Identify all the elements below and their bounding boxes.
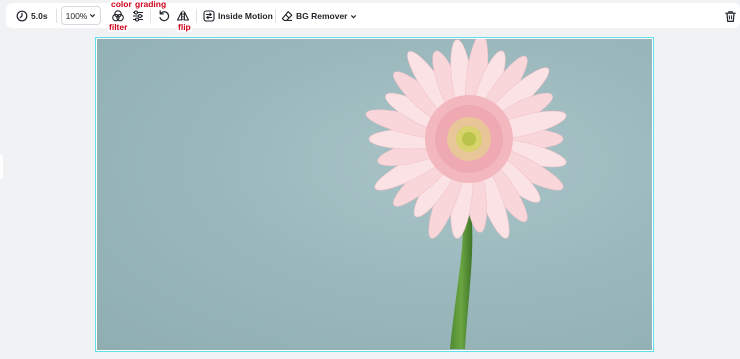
color-grading-button[interactable] [130, 8, 146, 24]
zoom-dropdown[interactable]: 100% [61, 6, 101, 25]
bg-remover-label: BG Remover [296, 11, 348, 21]
duration-button[interactable]: 5.0s [16, 8, 48, 24]
motion-icon [203, 10, 215, 22]
selected-canvas-frame[interactable] [95, 37, 654, 352]
chevron-down-icon [89, 12, 96, 19]
toolbar-divider [275, 9, 276, 23]
zoom-label: 100% [65, 10, 88, 21]
rotate-button[interactable] [156, 8, 172, 24]
filter-icon [111, 9, 125, 23]
sliders-icon [131, 9, 145, 23]
annotation-color: color [110, 0, 133, 9]
rotate-icon [157, 9, 171, 23]
annotation-flip: flip [177, 22, 192, 32]
side-panel-handle[interactable] [0, 155, 3, 179]
chevron-down-icon [350, 13, 357, 20]
flip-icon [176, 9, 190, 23]
trash-icon [724, 10, 737, 23]
toolbar-divider [56, 9, 57, 23]
annotation-grading: grading [134, 0, 168, 9]
editor-stage: 5.0s 100% Inside Motion BG Remover color… [0, 0, 740, 359]
bg-remover-dropdown[interactable]: BG Remover [281, 8, 357, 24]
photo-gerbera-flower[interactable] [97, 39, 652, 350]
eraser-icon [281, 10, 293, 22]
toolbar-divider [150, 9, 151, 23]
flower-illustration [365, 39, 567, 349]
inside-motion-label: Inside Motion [218, 11, 273, 21]
clock-icon [16, 10, 28, 22]
duration-label: 5.0s [31, 11, 48, 21]
inside-motion-button[interactable]: Inside Motion [203, 8, 273, 24]
delete-button[interactable] [722, 8, 738, 24]
annotation-filter: filter [108, 22, 129, 32]
toolbar-divider [196, 9, 197, 23]
